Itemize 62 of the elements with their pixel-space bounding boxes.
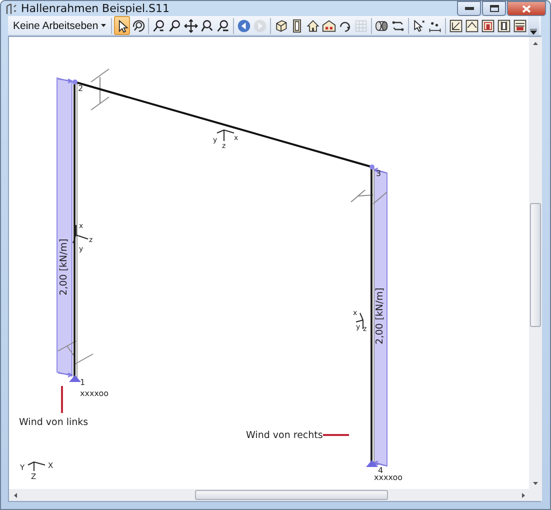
scroll-arrow-icon[interactable]	[12, 492, 18, 498]
marker-line	[61, 386, 63, 413]
scrollbar-thumb[interactable]	[194, 490, 388, 500]
node-number: 1	[80, 378, 86, 387]
local-axes-icon	[356, 312, 364, 330]
minimize-button[interactable]	[457, 1, 481, 16]
support-icon	[366, 460, 378, 467]
scrollbar-thumb[interactable]	[530, 203, 541, 328]
global-axes-icon	[28, 462, 46, 472]
node-point	[72, 80, 78, 84]
load-value: 2,00 [kN/m]	[58, 238, 70, 296]
local-axes-icon	[72, 224, 88, 244]
cursor-star-icon	[412, 18, 426, 32]
toolbar-overflow-button[interactable]	[528, 16, 539, 35]
magnifier-icon	[200, 18, 214, 32]
magnifier-icon	[152, 18, 166, 32]
support-icon	[69, 375, 81, 382]
house-icon	[306, 18, 320, 32]
cylinder-icon	[375, 18, 390, 32]
toolbar-button[interactable]	[114, 16, 130, 35]
frame-view-icon	[449, 18, 464, 32]
building-icon	[322, 18, 336, 32]
maximize-icon	[490, 5, 498, 12]
back-circle-icon	[237, 18, 252, 32]
window-title: Hallenrahmen Beispiel.S11	[21, 2, 170, 15]
wind-note: Wind von links	[19, 417, 88, 428]
work-plane-dropdown[interactable]: Keine Arbeitseben	[10, 16, 110, 35]
support-code: xxxxoo	[80, 389, 108, 398]
magnifier-icon	[168, 18, 182, 32]
section-marker	[58, 340, 94, 364]
close-button[interactable]	[507, 1, 546, 16]
frame-view-icon	[497, 18, 512, 32]
node-point	[370, 164, 374, 170]
forward-circle-icon	[253, 18, 268, 32]
cube-icon	[274, 18, 288, 32]
close-icon	[522, 4, 531, 12]
support-code: xxxxoo	[374, 473, 402, 482]
node-number: 4	[378, 466, 384, 475]
section-marker	[90, 68, 110, 110]
move-arrows-icon	[184, 18, 198, 32]
chevron-down-icon	[530, 29, 538, 35]
scroll-arrow-icon[interactable]	[520, 492, 526, 498]
maximize-button[interactable]	[482, 1, 506, 16]
app-icon	[5, 2, 17, 15]
frame-view-icon	[513, 18, 528, 32]
node-number: 3	[376, 169, 382, 178]
load-value: 2,00 [kN/m]	[374, 288, 386, 344]
frame-view-icon	[465, 18, 480, 32]
section-marker	[350, 190, 388, 204]
grid-icon	[354, 18, 368, 32]
scroll-arrow-icon[interactable]	[533, 40, 538, 46]
frame-view-icon	[481, 18, 496, 32]
minimize-icon	[464, 7, 474, 10]
rotate-magnifier-icon	[131, 18, 146, 32]
caret-icon	[101, 24, 106, 27]
node-number: 2	[78, 84, 84, 93]
wind-note: Wind von rechts	[246, 430, 323, 441]
magnifier-icon	[216, 18, 230, 32]
scroll-arrow-icon[interactable]	[533, 480, 538, 486]
swap-arrows-icon	[391, 18, 406, 32]
marker-line	[323, 434, 349, 436]
local-axes-icon	[216, 130, 234, 142]
